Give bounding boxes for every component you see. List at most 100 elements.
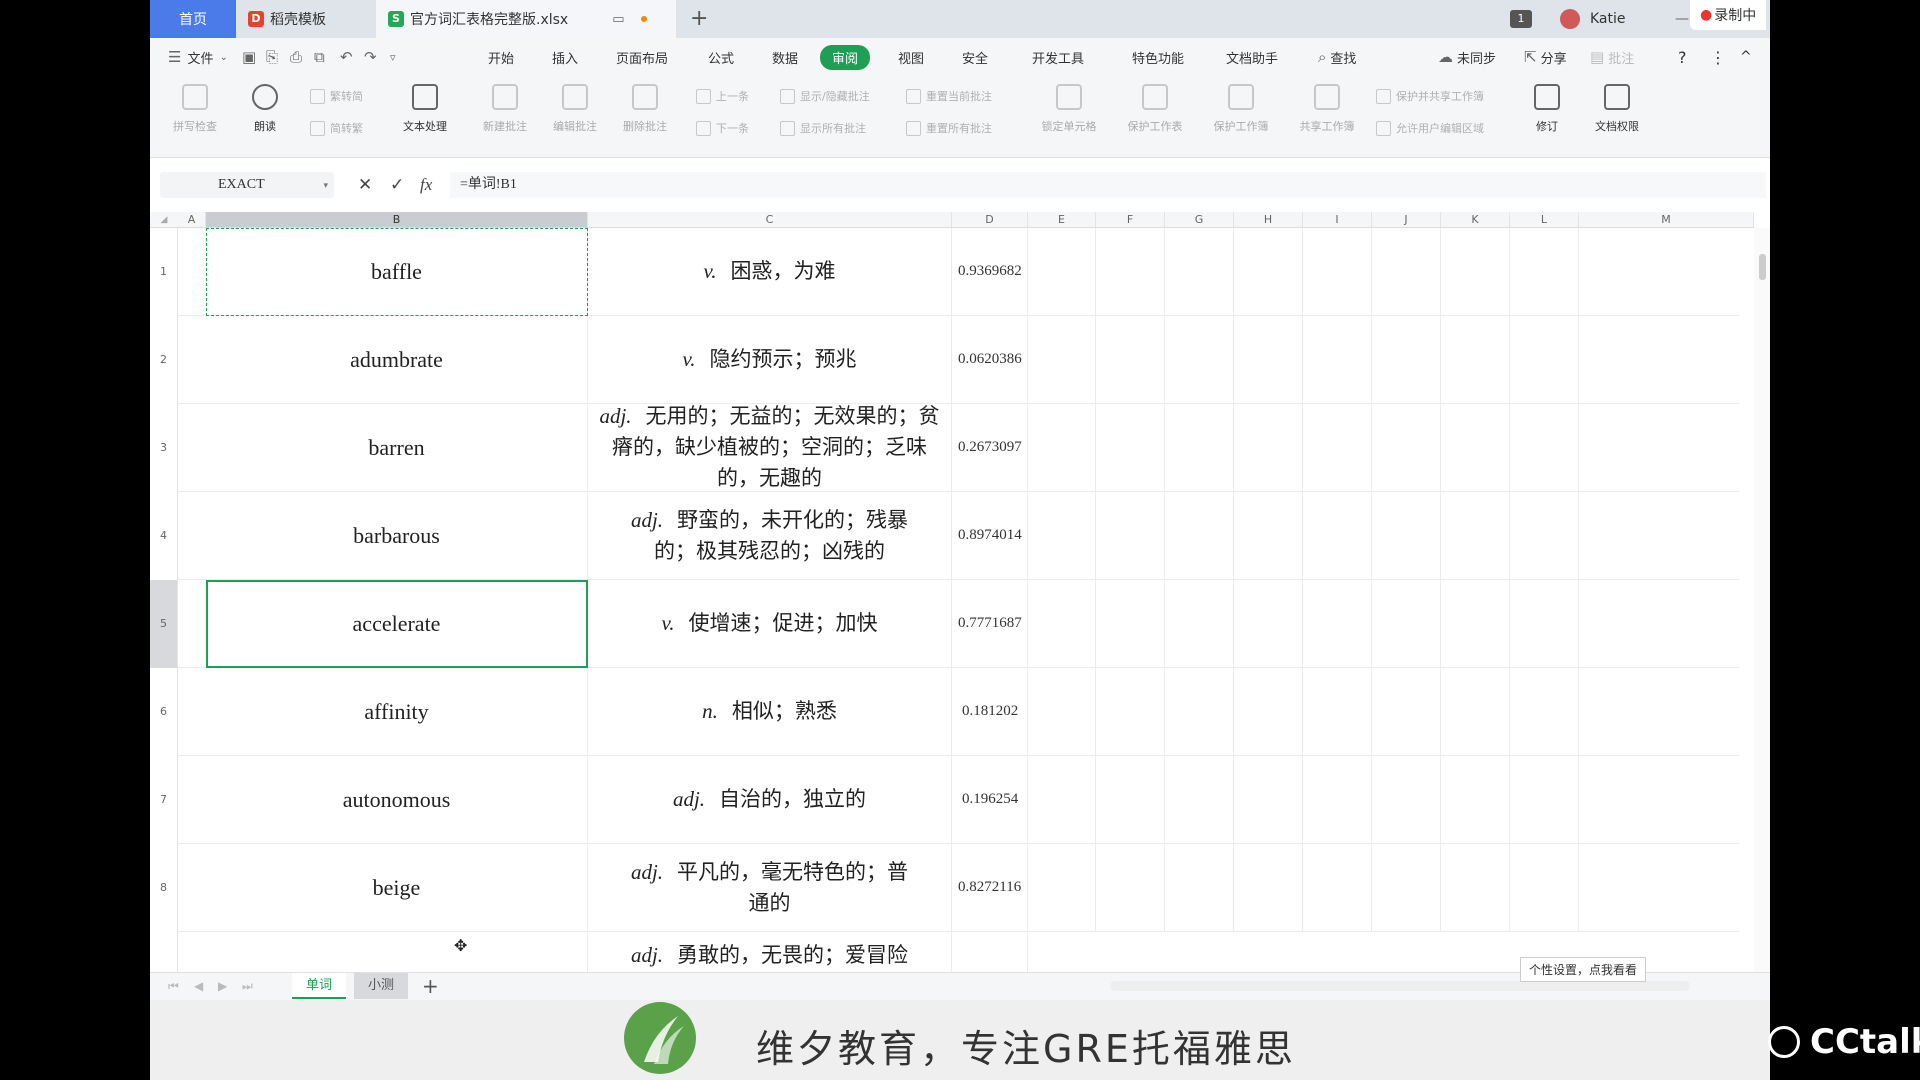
empty-cell[interactable]: [1303, 580, 1372, 667]
simp-to-trad-button[interactable]: 简转繁: [310, 120, 363, 136]
value-cell[interactable]: 0.9369682: [952, 228, 1028, 315]
empty-cell[interactable]: [1510, 492, 1579, 579]
next-sheet-icon[interactable]: ▶: [218, 979, 227, 993]
next-comment-button[interactable]: 下一条: [696, 120, 749, 136]
row-header[interactable]: 3: [150, 404, 178, 492]
empty-cell[interactable]: [1028, 756, 1096, 843]
word-cell[interactable]: barren: [206, 404, 588, 491]
menu-doc-assistant[interactable]: 文档助手: [1226, 38, 1278, 76]
empty-cell[interactable]: [1372, 756, 1441, 843]
menu-review[interactable]: 审阅: [820, 38, 871, 76]
empty-cell[interactable]: [1165, 316, 1234, 403]
empty-cell[interactable]: [1234, 404, 1303, 491]
collapse-ribbon-button[interactable]: ^: [1740, 38, 1752, 76]
share-button[interactable]: ⇱ 分享: [1524, 38, 1567, 76]
empty-cell[interactable]: [1303, 404, 1372, 491]
empty-cell[interactable]: [1372, 316, 1441, 403]
customize-icon[interactable]: ▿: [390, 38, 396, 76]
empty-cell[interactable]: [1165, 844, 1234, 931]
empty-cell[interactable]: [1028, 228, 1096, 315]
empty-cell[interactable]: [1372, 404, 1441, 491]
reset-all-comments-button[interactable]: 重置所有批注: [906, 120, 992, 136]
empty-cell[interactable]: [1234, 580, 1303, 667]
empty-cell[interactable]: [1303, 844, 1372, 931]
empty-cell[interactable]: [1165, 228, 1234, 315]
value-cell[interactable]: 0.196254: [952, 756, 1028, 843]
menu-page-layout[interactable]: 页面布局: [616, 38, 668, 76]
column-header-m[interactable]: M: [1579, 212, 1754, 228]
monitor-icon[interactable]: ▭: [612, 12, 624, 27]
word-cell[interactable]: accelerate: [206, 580, 588, 667]
value-cell[interactable]: 0.0620386: [952, 316, 1028, 403]
doc-permission-button[interactable]: 文档权限: [1582, 84, 1652, 134]
column-header-l[interactable]: L: [1510, 212, 1579, 228]
empty-cell[interactable]: [1028, 316, 1096, 403]
edit-comment-button[interactable]: 编辑批注: [540, 84, 610, 134]
empty-cell[interactable]: [1510, 580, 1579, 667]
word-cell[interactable]: baffle: [206, 228, 588, 315]
empty-cell[interactable]: [1441, 756, 1510, 843]
protect-share-book-button[interactable]: 保护并共享工作簿: [1376, 88, 1484, 104]
confirm-formula-button[interactable]: ✓: [390, 172, 404, 198]
spell-check-button[interactable]: 拼写检查: [160, 84, 230, 134]
horizontal-scrollbar[interactable]: [1110, 981, 1690, 991]
column-header-i[interactable]: I: [1303, 212, 1372, 228]
sheet-tab-words[interactable]: 单词: [292, 973, 347, 999]
protect-sheet-button[interactable]: 保护工作表: [1120, 84, 1190, 134]
empty-cell[interactable]: [1096, 668, 1165, 755]
delete-comment-button[interactable]: 删除批注: [610, 84, 680, 134]
column-header-j[interactable]: J: [1372, 212, 1441, 228]
personalize-tooltip[interactable]: 个性设置，点我看看: [1520, 957, 1647, 982]
empty-cell[interactable]: [1510, 316, 1579, 403]
formula-input[interactable]: =单词!B1: [450, 172, 1766, 198]
new-tab-button[interactable]: +: [690, 0, 708, 38]
row-header[interactable]: [150, 932, 178, 972]
menu-data[interactable]: 数据: [772, 38, 798, 76]
word-cell[interactable]: autonomous: [206, 756, 588, 843]
select-all-corner[interactable]: ◢: [150, 212, 178, 228]
empty-cell[interactable]: [1510, 756, 1579, 843]
empty-cell[interactable]: [1372, 844, 1441, 931]
empty-cell[interactable]: [1303, 756, 1372, 843]
column-header-a[interactable]: A: [178, 212, 206, 228]
empty-cell[interactable]: [1303, 316, 1372, 403]
show-all-comments-button[interactable]: 显示所有批注: [780, 120, 866, 136]
empty-cell[interactable]: [1234, 228, 1303, 315]
empty-cell[interactable]: [1096, 756, 1165, 843]
row-header[interactable]: 4: [150, 492, 178, 580]
empty-cell[interactable]: [1510, 668, 1579, 755]
value-cell[interactable]: [952, 932, 1028, 972]
minimize-button[interactable]: —: [1675, 0, 1689, 38]
empty-cell[interactable]: [1096, 316, 1165, 403]
word-cell[interactable]: affinity: [206, 668, 588, 755]
row-header[interactable]: 8: [150, 844, 178, 932]
revise-button[interactable]: 修订: [1512, 84, 1582, 134]
tab-template[interactable]: D 稻壳模板: [236, 0, 376, 38]
row-header[interactable]: 7: [150, 756, 178, 844]
meaning-cell[interactable]: adj. 勇敢的，无畏的；爱冒险: [588, 932, 952, 972]
empty-cell[interactable]: [1234, 756, 1303, 843]
meaning-cell[interactable]: adj. 野蛮的，未开化的；残暴的；极其残忍的；凶残的: [588, 492, 952, 579]
empty-cell[interactable]: [1510, 844, 1579, 931]
empty-cell[interactable]: [1096, 492, 1165, 579]
empty-cell[interactable]: [1441, 844, 1510, 931]
tab-file[interactable]: S 官方词汇表格完整版.xlsx ▭: [376, 0, 676, 38]
word-cell[interactable]: [206, 932, 588, 972]
meaning-cell[interactable]: v. 隐约预示；预兆: [588, 316, 952, 403]
prev-sheet-icon[interactable]: ◀: [194, 979, 203, 993]
insert-function-button[interactable]: fx: [420, 172, 432, 198]
empty-cell[interactable]: [1372, 228, 1441, 315]
empty-cell[interactable]: [1165, 580, 1234, 667]
save-icon[interactable]: ▣: [242, 38, 256, 76]
row-header[interactable]: 6: [150, 668, 178, 756]
empty-cell[interactable]: [1372, 492, 1441, 579]
empty-cell[interactable]: [1510, 228, 1579, 315]
comment-button[interactable]: ▤ 批注: [1590, 38, 1634, 76]
user-account[interactable]: Katie: [1560, 0, 1626, 38]
meaning-cell[interactable]: v. 困惑，为难: [588, 228, 952, 315]
value-cell[interactable]: 0.181202: [952, 668, 1028, 755]
protect-book-button[interactable]: 保护工作簿: [1206, 84, 1276, 134]
empty-cell[interactable]: [1372, 580, 1441, 667]
more-button[interactable]: ⋮: [1710, 38, 1726, 76]
empty-cell[interactable]: [1303, 492, 1372, 579]
